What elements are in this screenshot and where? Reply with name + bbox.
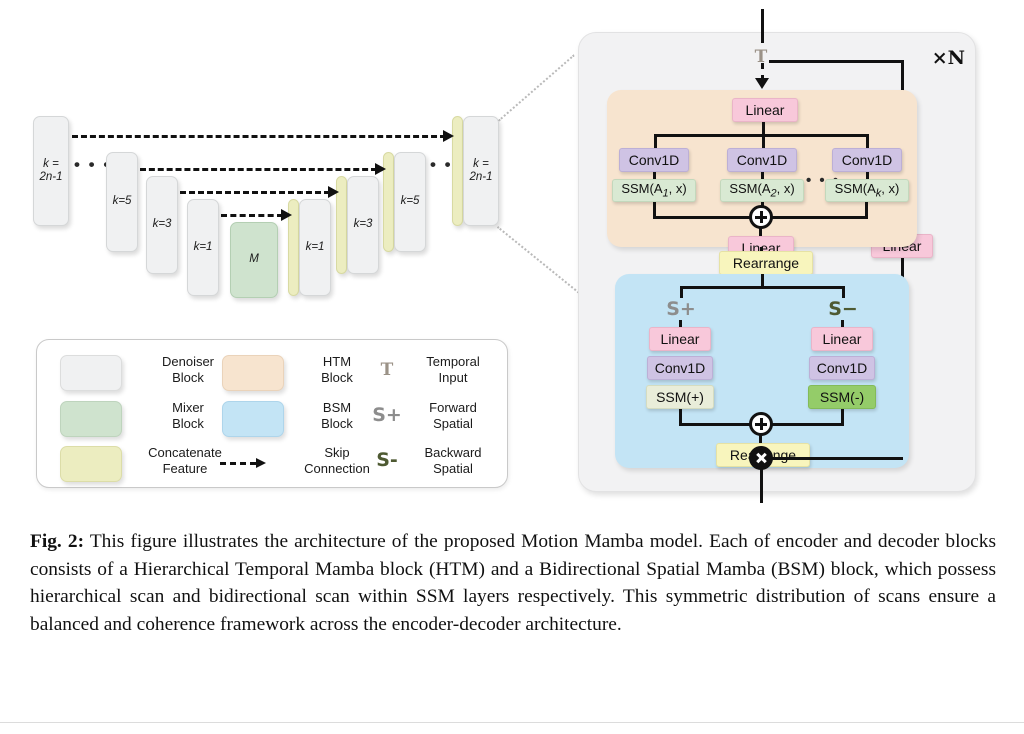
caption-label: Fig. 2:: [30, 531, 85, 552]
decoder-block-4-label: k = 2n-1: [469, 157, 493, 183]
encoder-block-2-label: k=5: [112, 195, 132, 208]
encoder-block-1[interactable]: k = 2n-1: [33, 116, 69, 226]
skip-branch-top-wire: [769, 60, 904, 63]
multiply-to-skip-wire: [771, 457, 903, 460]
figure-root: k = 2n-1 • • • k=5 k=3 k=1 M k=1 k=3 k=5…: [0, 0, 1024, 734]
htm-ssm-branch-k-label: SSM(Ak, x): [834, 180, 900, 200]
unet-diagram: k = 2n-1 • • • k=5 k=3 k=1 M k=1 k=3 k=5…: [0, 0, 560, 330]
mixer-block[interactable]: M: [230, 222, 278, 298]
htm-conv1d-branch-2[interactable]: Conv1D: [727, 148, 797, 172]
bsm-split-right-drop: [842, 286, 845, 298]
legend-label-backward-spatial: Backward Spatial: [424, 445, 482, 477]
bsm-forward-linear[interactable]: Linear: [649, 327, 711, 351]
figure-caption: Fig. 2: This figure illustrates the arch…: [30, 528, 996, 638]
htm-input-linear[interactable]: Linear: [732, 98, 798, 122]
decoder-block-2-label: k=3: [353, 218, 373, 231]
detail-panel: ×N T Linear Linear Conv1D SSM(A1, x): [578, 9, 976, 503]
htm-ssm-branch-2-label: SSM(A2, x): [729, 180, 795, 200]
legend-swatch-htm: [222, 355, 284, 391]
multiply-operator: [749, 446, 773, 470]
backward-spatial-symbol: S−: [828, 298, 858, 320]
legend-swatch-bsm: [222, 401, 284, 437]
decoder-block-1-label: k=1: [305, 240, 325, 253]
encoder-block-4-label: k=1: [193, 240, 213, 253]
bsm-split-bus: [680, 286, 845, 289]
legend-symbol-skip-connection: [220, 462, 256, 465]
bsm-block-group: S+ S− Linear Conv1D SSM(+) Linear Conv1D…: [615, 274, 909, 468]
bsm-forward-ssm[interactable]: SSM(+): [646, 385, 714, 409]
page-bottom-rule: [0, 722, 1024, 723]
mixer-block-label: M: [249, 253, 259, 266]
encoder-block-1-label: k = 2n-1: [39, 157, 63, 183]
legend-skip-arrowhead: [256, 458, 266, 468]
skip-connection-1: [72, 135, 446, 138]
rearrange-top-node[interactable]: Rearrange: [719, 251, 813, 275]
htm-ssm-branch-k[interactable]: SSM(Ak, x): [825, 179, 909, 202]
legend-symbol-forward-spatial: S+: [372, 404, 402, 426]
legend-swatch-mixer: [60, 401, 122, 437]
decoder-block-3[interactable]: k=5: [394, 152, 426, 252]
input-stem-wire: [761, 9, 764, 43]
bsm-add-operator: [749, 412, 773, 436]
htm-add-operator: [749, 205, 773, 229]
htm-input-arrowhead: [755, 78, 769, 89]
decoder-block-2[interactable]: k=3: [347, 176, 379, 274]
skip-connection-4: [221, 214, 283, 217]
encoder-block-3[interactable]: k=3: [146, 176, 178, 274]
caption-text: This figure illustrates the architecture…: [30, 531, 997, 635]
bsm-split-left-drop: [680, 286, 683, 298]
legend-label-temporal-input: Temporal Input: [426, 354, 480, 386]
htm-block-group: Linear Conv1D SSM(A1, x) Conv1D SSM(A2, …: [607, 90, 917, 260]
skip-arrowhead-3: [328, 186, 339, 198]
decoder-block-4[interactable]: k = 2n-1: [463, 116, 499, 226]
skip-arrowhead-1: [443, 130, 454, 142]
legend: Denoiser Block HTM Block T Temporal Inpu…: [36, 339, 508, 488]
legend-label-forward-spatial: Forward Spatial: [429, 400, 477, 432]
encoder-block-4[interactable]: k=1: [187, 199, 219, 296]
encoder-block-3-label: k=3: [152, 218, 172, 231]
output-stem-wire: [760, 469, 763, 503]
bsm-backward-ssm[interactable]: SSM(-): [808, 385, 876, 409]
htm-ssm-branch-1[interactable]: SSM(A1, x): [612, 179, 696, 202]
decoder-block-1[interactable]: k=1: [299, 199, 331, 296]
repeat-count-label: ×N: [931, 47, 965, 69]
legend-symbol-temporal-input: T: [380, 360, 394, 380]
bsm-forward-conv1d[interactable]: Conv1D: [647, 356, 713, 380]
bsm-backward-conv1d[interactable]: Conv1D: [809, 356, 875, 380]
encoder-block-2[interactable]: k=5: [106, 152, 138, 252]
skip-arrowhead-2: [375, 163, 386, 175]
skip-arrowhead-4: [281, 209, 292, 221]
legend-swatch-concat: [60, 446, 122, 482]
htm-conv1d-branch-k[interactable]: Conv1D: [832, 148, 902, 172]
bsm-backward-linear[interactable]: Linear: [811, 327, 873, 351]
htm-conv1d-branch-1[interactable]: Conv1D: [619, 148, 689, 172]
htm-ssm-branch-2[interactable]: SSM(A2, x): [720, 179, 804, 202]
htm-ssm-branch-1-label: SSM(A1, x): [621, 180, 687, 200]
legend-swatch-denoiser: [60, 355, 122, 391]
skip-connection-3: [180, 191, 330, 194]
skip-connection-2: [140, 168, 377, 171]
forward-spatial-symbol: S+: [666, 298, 696, 320]
decoder-block-3-label: k=5: [400, 195, 420, 208]
